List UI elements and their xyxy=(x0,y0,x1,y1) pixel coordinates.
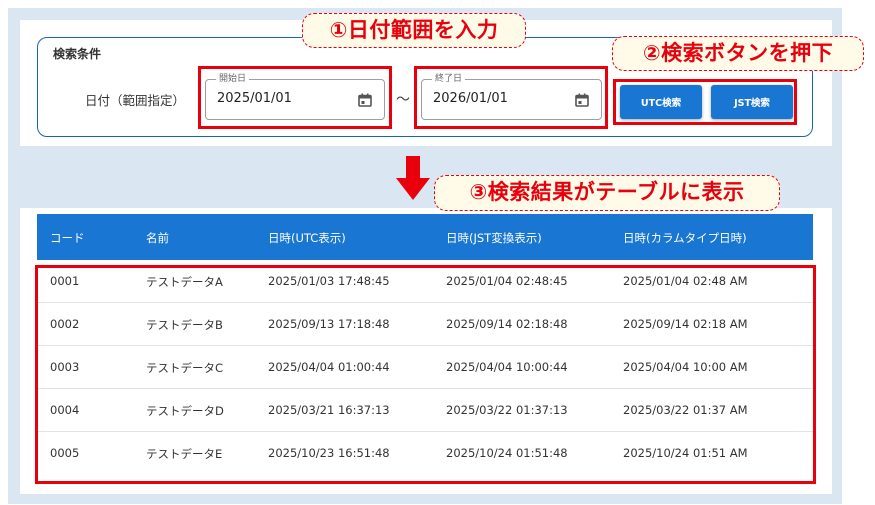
start-date-field[interactable]: 開始日 2025/01/01 xyxy=(205,73,385,120)
callout-step3: ③検索結果がテーブルに表示 xyxy=(434,175,780,211)
table-row[interactable]: 0002 テストデータB 2025/09/13 17:18:48 2025/09… xyxy=(37,303,813,346)
table-header: コード 名前 日時(UTC表示) 日時(JST変換表示) 日時(カラムタイプ日時… xyxy=(37,214,813,260)
table-row[interactable]: 0005 テストデータE 2025/10/23 16:51:48 2025/10… xyxy=(37,432,813,475)
cell-jst: 2025/03/22 01:37:13 xyxy=(446,403,568,417)
cell-jst: 2025/10/24 01:51:48 xyxy=(446,446,568,460)
down-arrow-icon xyxy=(396,156,430,200)
start-date-value[interactable]: 2025/01/01 xyxy=(217,91,292,106)
cell-jst: 2025/09/14 02:18:48 xyxy=(446,317,568,331)
utc-search-button[interactable]: UTC検索 xyxy=(620,85,702,119)
cell-code: 0004 xyxy=(50,403,80,417)
cell-code: 0002 xyxy=(50,317,80,331)
calendar-icon[interactable] xyxy=(575,93,589,107)
column-header-utc[interactable]: 日時(UTC表示) xyxy=(268,230,346,246)
cell-jst: 2025/01/04 02:48:45 xyxy=(446,274,568,288)
cell-utc: 2025/01/03 17:48:45 xyxy=(268,274,390,288)
table-row[interactable]: 0004 テストデータD 2025/03/21 16:37:13 2025/03… xyxy=(37,389,813,432)
start-date-legend: 開始日 xyxy=(216,73,250,85)
callout-step2: ②検索ボタンを押下 xyxy=(612,36,864,71)
end-date-legend: 終了日 xyxy=(432,73,466,85)
end-date-value[interactable]: 2026/01/01 xyxy=(433,91,508,106)
column-header-datetime[interactable]: 日時(カラムタイプ日時) xyxy=(623,230,747,246)
column-header-jst[interactable]: 日時(JST変換表示) xyxy=(446,230,542,246)
cell-jst: 2025/04/04 10:00:44 xyxy=(446,360,568,374)
cell-name: テストデータA xyxy=(146,275,223,289)
cell-datetime: 2025/01/04 02:48 AM xyxy=(623,274,748,288)
cell-name: テストデータC xyxy=(146,361,224,375)
jst-search-button[interactable]: JST検索 xyxy=(711,85,793,119)
cell-code: 0001 xyxy=(50,274,80,288)
table-row[interactable]: 0001 テストデータA 2025/01/03 17:48:45 2025/01… xyxy=(37,260,813,303)
cell-datetime: 2025/03/22 01:37 AM xyxy=(623,403,748,417)
cell-utc: 2025/03/21 16:37:13 xyxy=(268,403,390,417)
cell-name: テストデータB xyxy=(146,318,223,332)
cell-utc: 2025/09/13 17:18:48 xyxy=(268,317,390,331)
cell-utc: 2025/04/04 01:00:44 xyxy=(268,360,390,374)
cell-code: 0005 xyxy=(50,446,80,460)
calendar-icon[interactable] xyxy=(358,93,372,107)
callout-step1: ①日付範囲を入力 xyxy=(302,13,526,48)
cell-datetime: 2025/09/14 02:18 AM xyxy=(623,317,748,331)
cell-name: テストデータE xyxy=(146,447,223,461)
column-header-name[interactable]: 名前 xyxy=(146,230,169,246)
search-conditions-title: 検索条件 xyxy=(53,47,102,61)
column-header-code[interactable]: コード xyxy=(50,230,85,246)
date-range-label: 日付（範囲指定） xyxy=(85,93,186,108)
range-separator: ～ xyxy=(396,92,410,108)
table-row[interactable]: 0003 テストデータC 2025/04/04 01:00:44 2025/04… xyxy=(37,346,813,389)
end-date-field[interactable]: 終了日 2026/01/01 xyxy=(421,73,602,120)
cell-name: テストデータD xyxy=(146,404,224,418)
cell-utc: 2025/10/23 16:51:48 xyxy=(268,446,390,460)
cell-datetime: 2025/04/04 10:00 AM xyxy=(623,360,748,374)
cell-datetime: 2025/10/24 01:51 AM xyxy=(623,446,748,460)
cell-code: 0003 xyxy=(50,360,80,374)
